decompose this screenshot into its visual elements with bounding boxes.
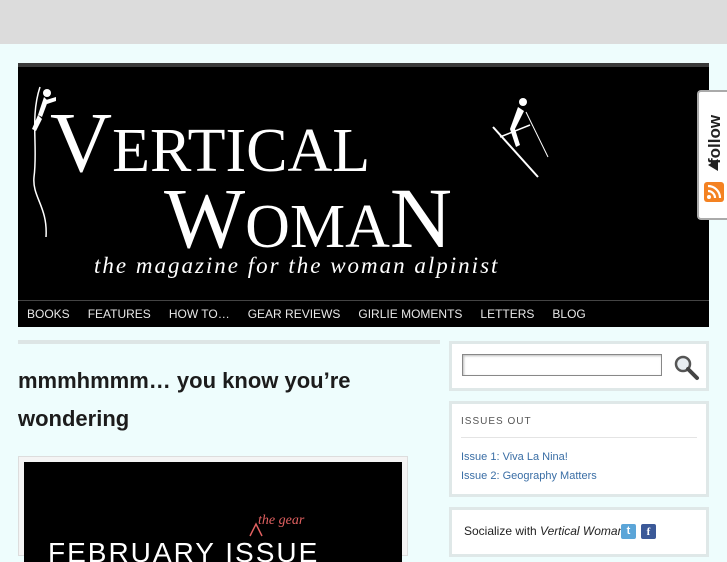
issues-heading: ISSUES OUT <box>461 416 532 427</box>
issues-divider <box>461 437 697 438</box>
top-bar <box>0 0 727 44</box>
arrow-left-icon <box>708 159 718 171</box>
social-prefix: Socialize with <box>464 524 541 538</box>
social-widget: Socialize with Vertical Woman : t f <box>449 507 709 557</box>
nav-gear-reviews[interactable]: GEAR REVIEWS <box>248 307 341 321</box>
search-widget <box>449 341 709 391</box>
nav-books[interactable]: BOOKS <box>27 307 70 321</box>
image-main-text: FEBRUARY ISSUE <box>48 537 319 562</box>
facebook-icon[interactable]: f <box>641 524 656 539</box>
site-banner[interactable]: VERTICAL WOMAN the magazine for the woma… <box>18 63 709 300</box>
svg-text:follow: follow <box>705 114 724 164</box>
twitter-icon[interactable]: t <box>621 524 636 539</box>
follow-tab[interactable]: follow <box>697 90 727 220</box>
rss-icon[interactable] <box>704 182 724 202</box>
skier-figure <box>492 98 549 178</box>
main-nav: BOOKS FEATURES HOW TO… GEAR REVIEWS GIRL… <box>18 300 709 327</box>
social-brand: Vertical Woman <box>540 524 625 538</box>
logo-tagline: the magazine for the woman alpinist <box>94 253 499 278</box>
search-input[interactable] <box>462 354 662 376</box>
nav-girlie-moments[interactable]: GIRLIE MOMENTS <box>358 307 462 321</box>
post-image-art: the gear FEBRUARY ISSUE <box>48 513 319 562</box>
issue-link-1[interactable]: Issue 1: Viva La Nina! <box>461 451 568 463</box>
image-insert-text: the gear <box>258 513 305 528</box>
nav-letters[interactable]: LETTERS <box>480 307 534 321</box>
issues-widget: ISSUES OUT Issue 1: Viva La Nina! Issue … <box>449 401 709 497</box>
follow-label: follow <box>705 114 724 164</box>
search-button[interactable] <box>672 353 700 381</box>
site-logo: VERTICAL WOMAN the magazine for the woma… <box>32 86 549 278</box>
content-divider <box>18 340 440 344</box>
post-title[interactable]: mmmhmmm… you know you’re wondering <box>18 362 418 438</box>
issue-link-2[interactable]: Issue 2: Geography Matters <box>461 470 597 482</box>
post-image[interactable]: the gear FEBRUARY ISSUE <box>24 462 402 562</box>
social-text: Socialize with Vertical Woman : <box>464 524 631 538</box>
nav-blog[interactable]: BLOG <box>552 307 585 321</box>
search-icon <box>674 355 699 380</box>
nav-features[interactable]: FEATURES <box>88 307 151 321</box>
nav-how-to[interactable]: HOW TO… <box>169 307 230 321</box>
post-image-frame: the gear FEBRUARY ISSUE <box>18 456 408 562</box>
